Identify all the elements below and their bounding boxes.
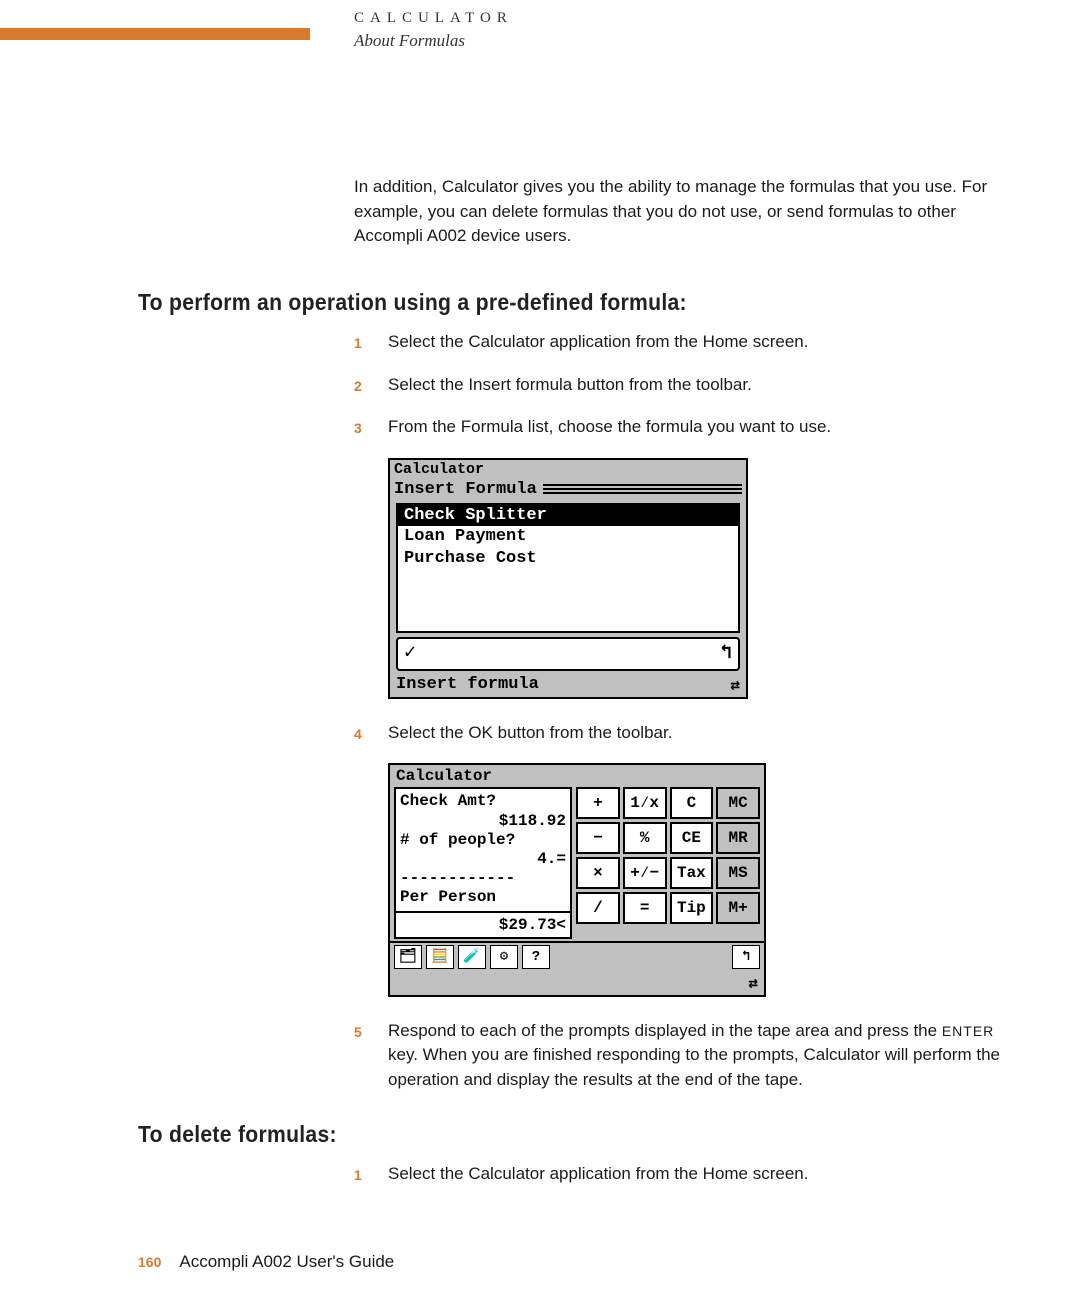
tape-line: # of people? (400, 831, 515, 850)
insert-formula-window: Calculator Insert Formula Check Splitter… (388, 458, 748, 699)
calculator-window: Calculator Check Amt? $118.92 # of peopl… (388, 763, 766, 996)
titlebar-decoration (543, 484, 742, 494)
ok-icon[interactable]: ✓ (404, 644, 416, 664)
key-plus[interactable]: + (576, 787, 620, 819)
swap-icon[interactable]: ⇄ (730, 675, 740, 695)
calculator-statusbar: ⇄ (390, 971, 764, 995)
calculator-keypad: + 1⁄x C MC − % CE MR × +⁄− Tax MS / = Ti… (574, 787, 764, 940)
key-clear[interactable]: C (670, 787, 714, 819)
key-percent[interactable]: % (623, 822, 667, 854)
step-text: Select the Calculator application from t… (388, 330, 1028, 355)
section-heading-perform: To perform an operation using a pre-defi… (138, 289, 957, 316)
dialog-toolbar: ✓ ↰ (396, 637, 740, 671)
toolbar-icon-2[interactable]: 🧮 (426, 945, 454, 969)
running-header: CALCULATOR About Formulas (354, 10, 513, 51)
formula-option-loan-payment[interactable]: Loan Payment (398, 526, 738, 548)
step-text: Select the Calculator application from t… (388, 1162, 1028, 1187)
page-number: 160 (138, 1254, 161, 1270)
key-ce[interactable]: CE (670, 822, 714, 854)
toolbar-icon-3[interactable]: 🧪 (458, 945, 486, 969)
step-5: 5 Respond to each of the prompts display… (354, 1019, 1028, 1093)
tape-line: Per Person (400, 888, 496, 907)
toolbar-icon-4[interactable]: ⚙ (490, 945, 518, 969)
calculator-toolbar: 🗂 🧮 🧪 ⚙ ? ↰ (390, 941, 764, 971)
step-text: Select the Insert formula button from th… (388, 373, 1028, 398)
step-number: 1 (354, 330, 388, 353)
formula-option-check-splitter[interactable]: Check Splitter (398, 505, 738, 527)
key-tip[interactable]: Tip (670, 892, 714, 924)
step-text: From the Formula list, choose the formul… (388, 415, 1028, 440)
figure-calculator: Calculator Check Amt? $118.92 # of peopl… (388, 763, 1028, 996)
formula-list[interactable]: Check Splitter Loan Payment Purchase Cos… (396, 503, 740, 633)
figure-insert-formula: Calculator Insert Formula Check Splitter… (388, 458, 1028, 699)
key-multiply[interactable]: × (576, 857, 620, 889)
step-text-part-a: Respond to each of the prompts displayed… (388, 1021, 942, 1040)
key-mr[interactable]: MR (716, 822, 760, 854)
step-1: 1 Select the Calculator application from… (354, 330, 1028, 355)
page-content: In addition, Calculator gives you the ab… (138, 175, 1028, 1204)
header-subtitle: About Formulas (354, 31, 513, 51)
back-icon[interactable]: ↰ (720, 644, 732, 664)
steps-perform: 1 Select the Calculator application from… (354, 330, 1028, 440)
key-plus-minus[interactable]: +⁄− (623, 857, 667, 889)
key-mc[interactable]: MC (716, 787, 760, 819)
step-3: 3 From the Formula list, choose the form… (354, 415, 1028, 440)
accent-bar (0, 28, 310, 40)
key-reciprocal[interactable]: 1⁄x (623, 787, 667, 819)
guide-name: Accompli A002 User's Guide (179, 1252, 394, 1272)
help-icon[interactable]: ? (522, 945, 550, 969)
key-tax[interactable]: Tax (670, 857, 714, 889)
key-ms[interactable]: MS (716, 857, 760, 889)
steps-perform-continued: 4 Select the OK button from the toolbar. (354, 721, 1028, 746)
step-2: 2 Select the Insert formula button from … (354, 373, 1028, 398)
step-text: Respond to each of the prompts displayed… (388, 1019, 1028, 1093)
intro-paragraph: In addition, Calculator gives you the ab… (354, 175, 1028, 249)
step-number: 2 (354, 373, 388, 396)
key-divide[interactable]: / (576, 892, 620, 924)
step-number: 5 (354, 1019, 388, 1042)
tape-content: Check Amt? $118.92 # of people? 4.= ----… (396, 789, 570, 910)
step-number: 4 (354, 721, 388, 744)
calculator-body: Check Amt? $118.92 # of people? 4.= ----… (390, 787, 764, 940)
delete-step-1: 1 Select the Calculator application from… (354, 1162, 1028, 1187)
step-4: 4 Select the OK button from the toolbar. (354, 721, 1028, 746)
dialog-titlebar: Insert Formula (390, 478, 746, 501)
key-equals[interactable]: = (623, 892, 667, 924)
app-title: Calculator (390, 460, 746, 478)
key-mplus[interactable]: M+ (716, 892, 760, 924)
back-icon[interactable]: ↰ (732, 945, 760, 969)
enter-key-label: ENTER (942, 1023, 994, 1039)
step-text: Select the OK button from the toolbar. (388, 721, 1028, 746)
status-bar: Insert formula ⇄ (390, 673, 746, 697)
steps-perform-final: 5 Respond to each of the prompts display… (354, 1019, 1028, 1093)
tape-divider: ------------ (400, 869, 515, 888)
step-number: 3 (354, 415, 388, 438)
page-footer: 160 Accompli A002 User's Guide (138, 1252, 394, 1272)
steps-delete: 1 Select the Calculator application from… (354, 1162, 1028, 1187)
key-minus[interactable]: − (576, 822, 620, 854)
toolbar-icon-1[interactable]: 🗂 (394, 945, 422, 969)
swap-icon[interactable]: ⇄ (748, 973, 758, 993)
dialog-title-text: Insert Formula (394, 480, 537, 499)
tape-value: $118.92 (499, 812, 566, 831)
section-heading-delete: To delete formulas: (138, 1121, 957, 1148)
status-text: Insert formula (396, 675, 539, 694)
step-number: 1 (354, 1162, 388, 1185)
formula-option-purchase-cost[interactable]: Purchase Cost (398, 548, 738, 570)
tape-value: 4.= (537, 850, 566, 869)
tape-line: Check Amt? (400, 792, 496, 811)
calculator-title: Calculator (390, 765, 764, 787)
tape-result: $29.73< (396, 911, 570, 937)
header-category: CALCULATOR (354, 10, 513, 27)
step-text-part-b: key. When you are finished responding to… (388, 1045, 1000, 1089)
calculator-tape: Check Amt? $118.92 # of people? 4.= ----… (394, 787, 572, 938)
